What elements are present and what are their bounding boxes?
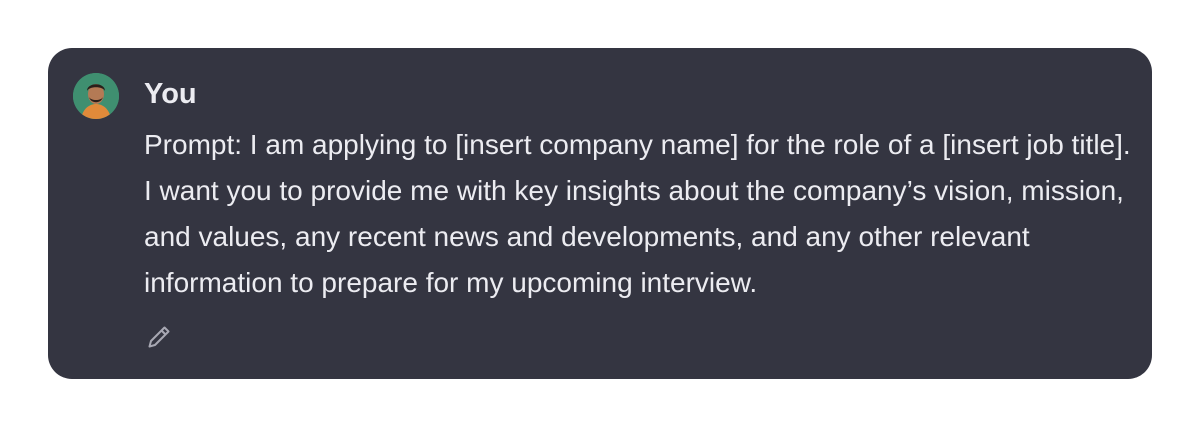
pencil-icon[interactable] (144, 322, 174, 352)
user-avatar (73, 73, 119, 119)
message-text: Prompt: I am applying to [insert company… (144, 129, 1131, 298)
avatar-photo-icon (73, 73, 119, 119)
user-message-card: You Prompt: I am applying to [insert com… (48, 48, 1152, 379)
message-author: You (144, 78, 197, 110)
